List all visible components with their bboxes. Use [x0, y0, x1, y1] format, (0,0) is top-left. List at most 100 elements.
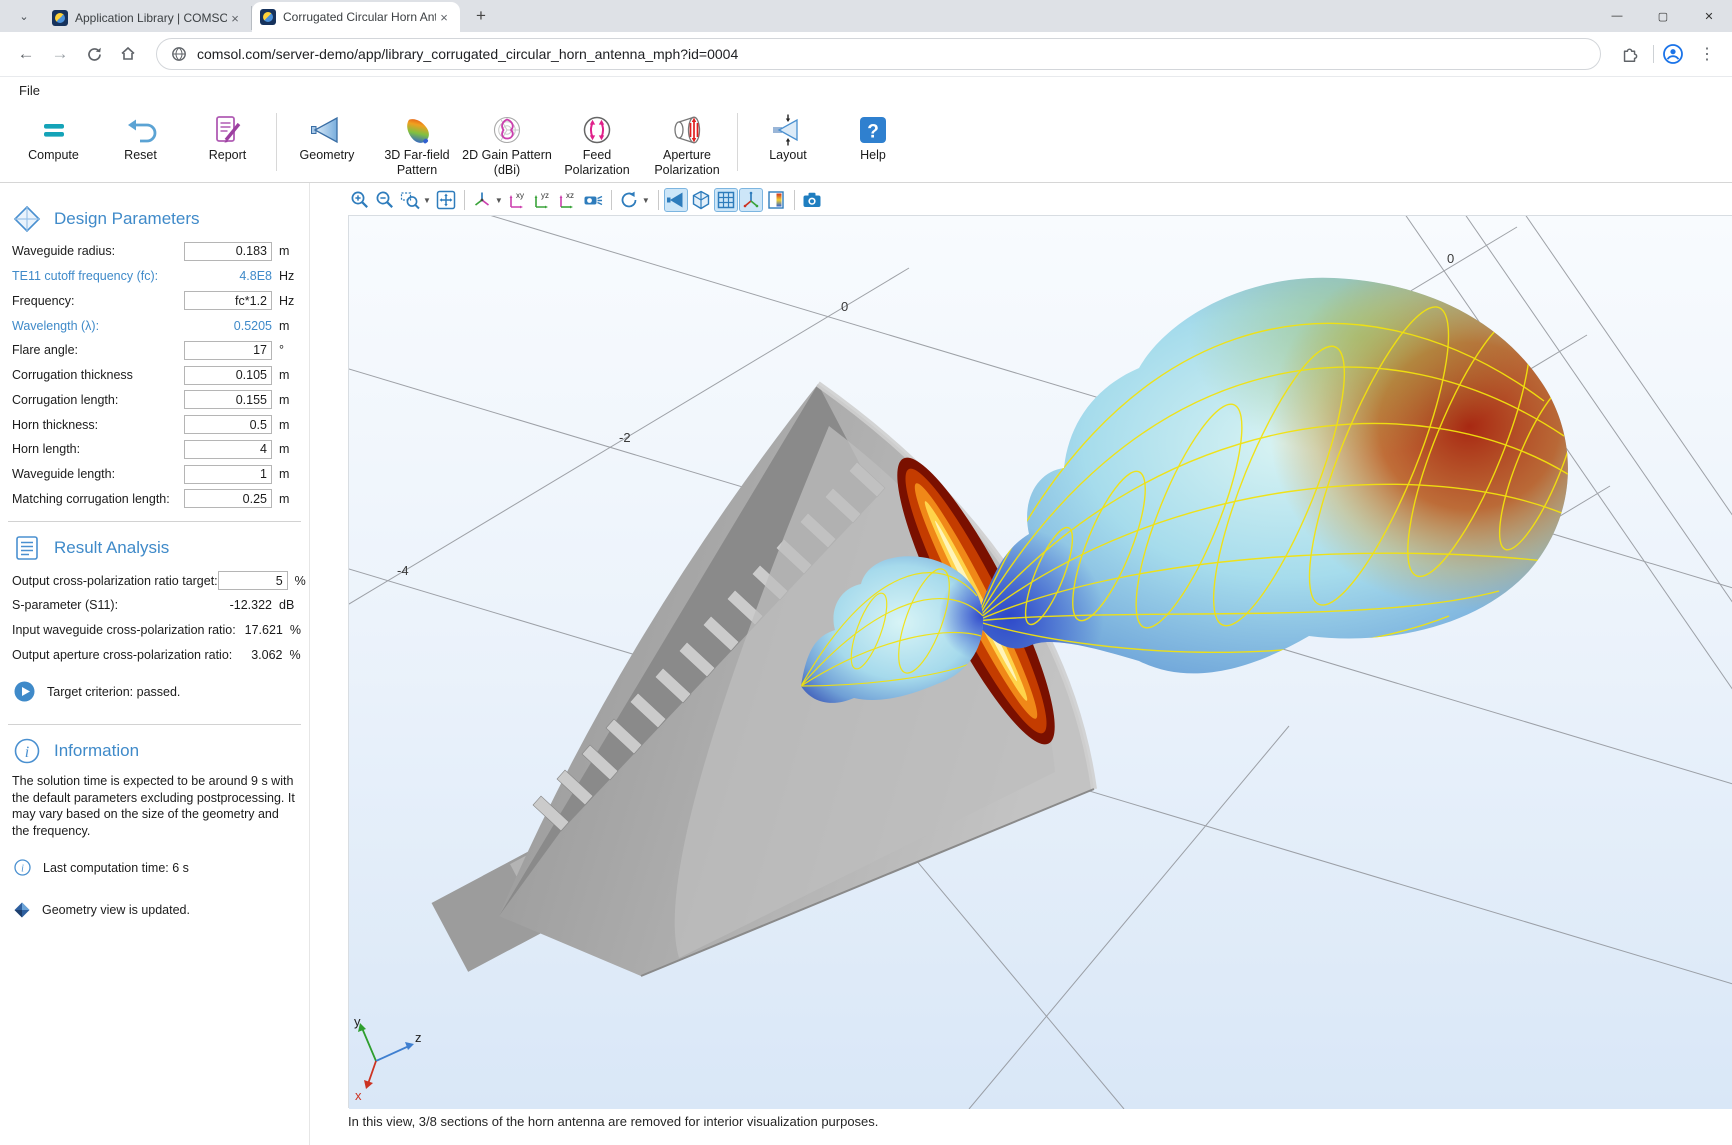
scene-light-icon	[582, 189, 604, 211]
scene-light-button[interactable]	[581, 188, 605, 212]
forward-button[interactable]: →	[44, 38, 76, 70]
toolbar-separator	[794, 190, 795, 210]
reset-button[interactable]: Reset	[97, 112, 184, 163]
report-button[interactable]: Report	[184, 112, 271, 163]
tab-search-button[interactable]: ⌄	[10, 2, 38, 30]
zoom-out-icon	[374, 189, 396, 211]
param-row: Waveguide radius:m	[0, 239, 309, 264]
design-parameters-header: Design Parameters	[0, 203, 309, 235]
frequency-input[interactable]	[184, 291, 272, 310]
axis-tick: 0	[1447, 251, 1454, 266]
svg-text:yz: yz	[541, 191, 549, 200]
zoom-in-button[interactable]	[348, 188, 372, 212]
geometry-button[interactable]: Geometry	[282, 112, 372, 163]
default-view-dropdown[interactable]: ▼	[495, 196, 503, 205]
aperture-polarization-icon	[670, 113, 704, 147]
site-info-icon[interactable]	[171, 46, 187, 62]
design-parameters-icon	[12, 204, 42, 234]
triad-label-z: z	[415, 1030, 422, 1045]
corrugation-length-input[interactable]	[184, 390, 272, 409]
extensions-button[interactable]	[1615, 39, 1645, 69]
transparency-toggle[interactable]	[689, 188, 713, 212]
flare-angle-input[interactable]	[184, 341, 272, 360]
color-legend-toggle[interactable]	[764, 188, 788, 212]
rotate-dropdown[interactable]: ▼	[642, 196, 650, 205]
snapshot-camera-icon	[801, 189, 823, 211]
model-3d-canvas[interactable]: 0 -2 -4 0 -1 1	[348, 215, 1732, 1108]
app-menubar: File	[0, 77, 1732, 103]
toolbar-separator	[611, 190, 612, 210]
help-button[interactable]: ? Help	[833, 112, 913, 163]
farfield-3d-button[interactable]: 3D Far-field Pattern	[372, 112, 462, 178]
waveguide-radius-input[interactable]	[184, 242, 272, 261]
waveguide-length-input[interactable]	[184, 465, 272, 484]
grid-icon	[715, 189, 737, 211]
param-row: Horn thickness:m	[0, 412, 309, 437]
axes-toggle[interactable]	[739, 188, 763, 212]
default-view-button[interactable]	[470, 188, 494, 212]
gain-2d-button[interactable]: 2D Gain Pattern (dBi)	[462, 112, 552, 178]
view-xy-button[interactable]: xy	[506, 188, 530, 212]
axis-tick: 0	[841, 299, 848, 314]
zoom-box-dropdown[interactable]: ▼	[423, 196, 431, 205]
maximize-button[interactable]: ▢	[1640, 0, 1686, 32]
help-icon: ?	[856, 113, 890, 147]
readonly-value: 17.621	[236, 623, 283, 637]
param-row: Corrugation length:m	[0, 388, 309, 413]
model-3d-scene: 0 -2 -4 0 -1 1	[349, 216, 1732, 1109]
information-text: The solution time is expected to be arou…	[0, 771, 309, 839]
information-icon: i	[12, 736, 42, 766]
address-bar[interactable]: comsol.com/server-demo/app/library_corru…	[156, 38, 1601, 70]
reload-button[interactable]	[78, 38, 110, 70]
show-geometry-toggle[interactable]	[664, 188, 688, 212]
view-xz-button[interactable]: xz	[556, 188, 580, 212]
horn-length-input[interactable]	[184, 440, 272, 459]
comsol-favicon	[260, 9, 276, 25]
transparency-cube-icon	[690, 189, 712, 211]
horn-thickness-input[interactable]	[184, 415, 272, 434]
matching-corrugation-length-input[interactable]	[184, 489, 272, 508]
zoom-out-button[interactable]	[373, 188, 397, 212]
back-button[interactable]: ←	[10, 38, 42, 70]
ribbon-separator	[276, 113, 277, 171]
readonly-value: 3.062	[232, 648, 282, 662]
toolbar-separator	[1653, 45, 1654, 63]
result-row: Output cross-polarization ratio target:%	[0, 568, 309, 593]
target-criterion-status: Target criterion: passed.	[0, 681, 309, 702]
report-icon	[211, 113, 245, 147]
view-caption: In this view, 3/8 sections of the horn a…	[348, 1114, 878, 1129]
svg-text:xz: xz	[566, 191, 574, 200]
home-button[interactable]	[112, 38, 144, 70]
cross-polarization-target-input[interactable]	[218, 571, 288, 590]
snapshot-button[interactable]	[800, 188, 824, 212]
corrugation-thickness-input[interactable]	[184, 366, 272, 385]
feed-polarization-button[interactable]: Feed Polarization	[552, 112, 642, 178]
new-tab-button[interactable]: +	[468, 3, 494, 29]
svg-text:i: i	[21, 864, 24, 875]
compute-button[interactable]: Compute	[10, 112, 97, 163]
zoom-extents-button[interactable]	[434, 188, 458, 212]
browser-tab-inactive[interactable]: Application Library | COMSOL S ×	[44, 6, 252, 30]
tab-close-icon[interactable]: ×	[436, 9, 452, 25]
browser-tab-active[interactable]: Corrugated Circular Horn Anten ×	[252, 2, 460, 32]
section-title: Result Analysis	[54, 538, 169, 558]
file-menu[interactable]: File	[13, 81, 46, 100]
browser-menu-button[interactable]: ⋮	[1692, 39, 1722, 69]
information-header: i Information	[0, 735, 309, 767]
readonly-value: 0.5205	[176, 319, 272, 333]
profile-button[interactable]	[1658, 39, 1688, 69]
toolbar-separator	[464, 190, 465, 210]
rotate-button[interactable]	[617, 188, 641, 212]
home-icon	[119, 45, 137, 63]
minimize-button[interactable]: —	[1594, 0, 1640, 32]
result-row: Input waveguide cross-polarization ratio…	[0, 618, 309, 643]
view-yz-button[interactable]: yz	[531, 188, 555, 212]
close-button[interactable]: ✕	[1686, 0, 1732, 32]
aperture-polarization-button[interactable]: Aperture Polarization	[642, 112, 732, 178]
zoom-box-button[interactable]	[398, 188, 422, 212]
layout-button[interactable]: Layout	[743, 112, 833, 163]
tab-close-icon[interactable]: ×	[227, 10, 243, 26]
farfield-3d-icon	[400, 113, 434, 147]
grid-toggle[interactable]	[714, 188, 738, 212]
default-view-icon	[471, 189, 493, 211]
